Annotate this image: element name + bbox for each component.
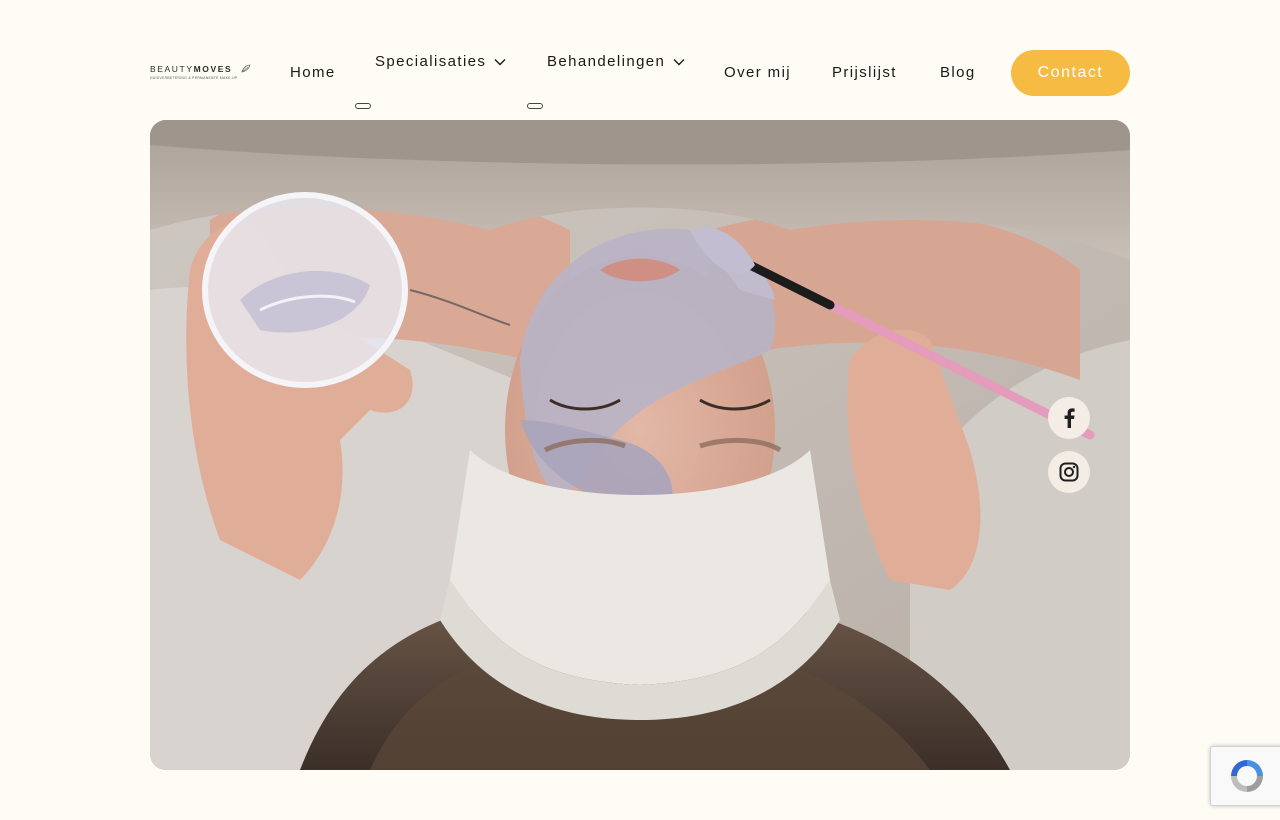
nav-behandelingen[interactable]: Behandelingen <box>547 53 685 71</box>
site-header: BEAUTYMOVES HUIDVERBETERING & PERMANENTE… <box>150 50 1130 109</box>
submenu-toggle-behandelingen[interactable] <box>527 103 543 109</box>
nav-home[interactable]: Home <box>290 64 336 82</box>
instagram-icon <box>1059 462 1079 482</box>
chevron-down-icon <box>673 59 685 66</box>
contact-button[interactable]: Contact <box>1011 50 1130 96</box>
submenu-toggle-specialisaties[interactable] <box>355 103 371 109</box>
leaf-icon <box>241 64 251 73</box>
nav-specialisaties[interactable]: Specialisaties <box>375 53 506 71</box>
nav-specialisaties-label: Specialisaties <box>375 53 487 70</box>
nav-blog[interactable]: Blog <box>940 64 976 82</box>
brand-tagline: HUIDVERBETERING & PERMANENTE MAKE-UP <box>150 76 238 80</box>
chevron-down-icon <box>494 59 506 66</box>
brand-name: BEAUTYMOVES <box>150 64 233 74</box>
recaptcha-badge[interactable] <box>1210 746 1280 806</box>
brand-logo[interactable]: BEAUTYMOVES HUIDVERBETERING & PERMANENTE… <box>150 64 251 82</box>
nav-over-mij[interactable]: Over mij <box>724 64 791 82</box>
nav-over-mij-label: Over mij <box>724 64 792 81</box>
recaptcha-icon <box>1231 760 1263 792</box>
nav-prijslijst-label: Prijslijst <box>832 64 897 81</box>
facebook-button[interactable] <box>1048 397 1090 439</box>
nav-behandelingen-label: Behandelingen <box>547 53 666 70</box>
facebook-icon <box>1064 408 1075 428</box>
nav-blog-label: Blog <box>940 64 976 81</box>
instagram-button[interactable] <box>1048 451 1090 493</box>
nav-home-label: Home <box>290 64 336 81</box>
hero-image <box>150 120 1130 770</box>
facial-treatment-photo <box>150 120 1130 770</box>
nav-prijslijst[interactable]: Prijslijst <box>832 64 897 82</box>
